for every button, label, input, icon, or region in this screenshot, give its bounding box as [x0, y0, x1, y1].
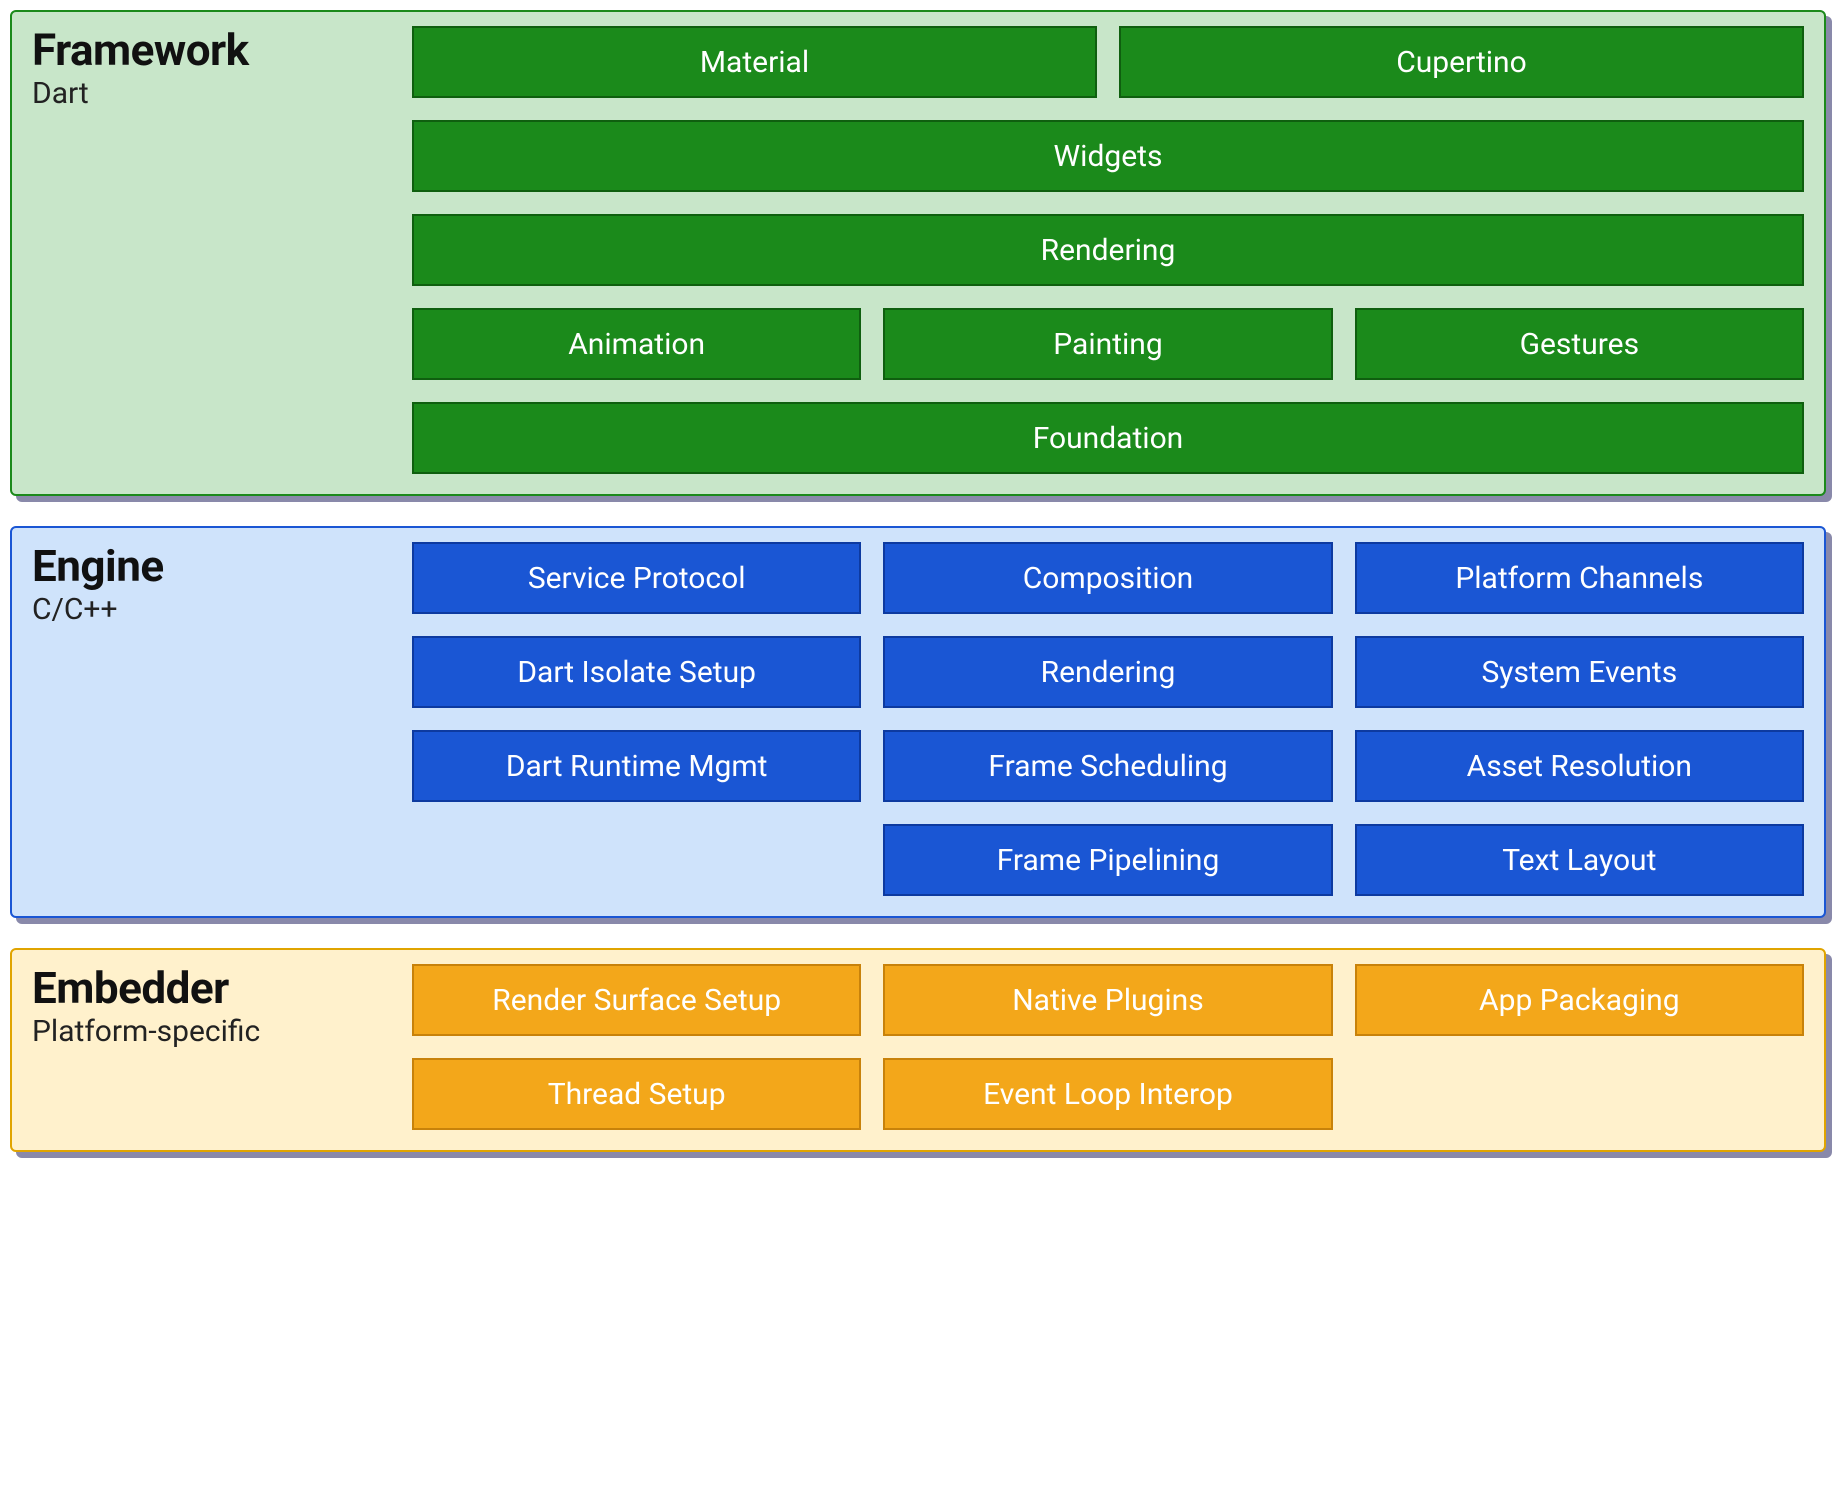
engine-layer: Engine C/C++ Service Protocol Compositio… [10, 526, 1826, 918]
framework-rendering: Rendering [412, 214, 1804, 286]
embedder-title: Embedder [32, 964, 412, 1012]
engine-rows: Service Protocol Composition Platform Ch… [412, 542, 1804, 896]
engine-subtitle: C/C++ [32, 592, 412, 627]
framework-rows: Material Cupertino Widgets Rendering Ani… [412, 26, 1804, 474]
framework-header: Framework Dart [32, 26, 412, 474]
framework-widgets: Widgets [412, 120, 1804, 192]
engine-frame-scheduling: Frame Scheduling [883, 730, 1332, 802]
engine-header: Engine C/C++ [32, 542, 412, 896]
embedder-event-loop-interop: Event Loop Interop [883, 1058, 1332, 1130]
framework-title: Framework [32, 26, 412, 74]
engine-text-layout: Text Layout [1355, 824, 1804, 896]
embedder-header: Embedder Platform-specific [32, 964, 412, 1130]
embedder-native-plugins: Native Plugins [883, 964, 1332, 1036]
embedder-layer: Embedder Platform-specific Render Surfac… [10, 948, 1826, 1152]
engine-rendering: Rendering [883, 636, 1332, 708]
framework-foundation: Foundation [412, 402, 1804, 474]
framework-cupertino: Cupertino [1119, 26, 1804, 98]
framework-gestures: Gestures [1355, 308, 1804, 380]
framework-painting: Painting [883, 308, 1332, 380]
framework-animation: Animation [412, 308, 861, 380]
engine-dart-runtime-mgmt: Dart Runtime Mgmt [412, 730, 861, 802]
engine-dart-isolate-setup: Dart Isolate Setup [412, 636, 861, 708]
embedder-subtitle: Platform-specific [32, 1014, 412, 1049]
embedder-render-surface-setup: Render Surface Setup [412, 964, 861, 1036]
embedder-thread-setup: Thread Setup [412, 1058, 861, 1130]
engine-title: Engine [32, 542, 412, 590]
engine-composition: Composition [883, 542, 1332, 614]
embedder-rows: Render Surface Setup Native Plugins App … [412, 964, 1804, 1130]
engine-frame-pipelining: Frame Pipelining [883, 824, 1332, 896]
framework-subtitle: Dart [32, 76, 412, 111]
engine-asset-resolution: Asset Resolution [1355, 730, 1804, 802]
engine-system-events: System Events [1355, 636, 1804, 708]
framework-material: Material [412, 26, 1097, 98]
embedder-app-packaging: App Packaging [1355, 964, 1804, 1036]
engine-service-protocol: Service Protocol [412, 542, 861, 614]
engine-platform-channels: Platform Channels [1355, 542, 1804, 614]
framework-layer: Framework Dart Material Cupertino Widget… [10, 10, 1826, 496]
